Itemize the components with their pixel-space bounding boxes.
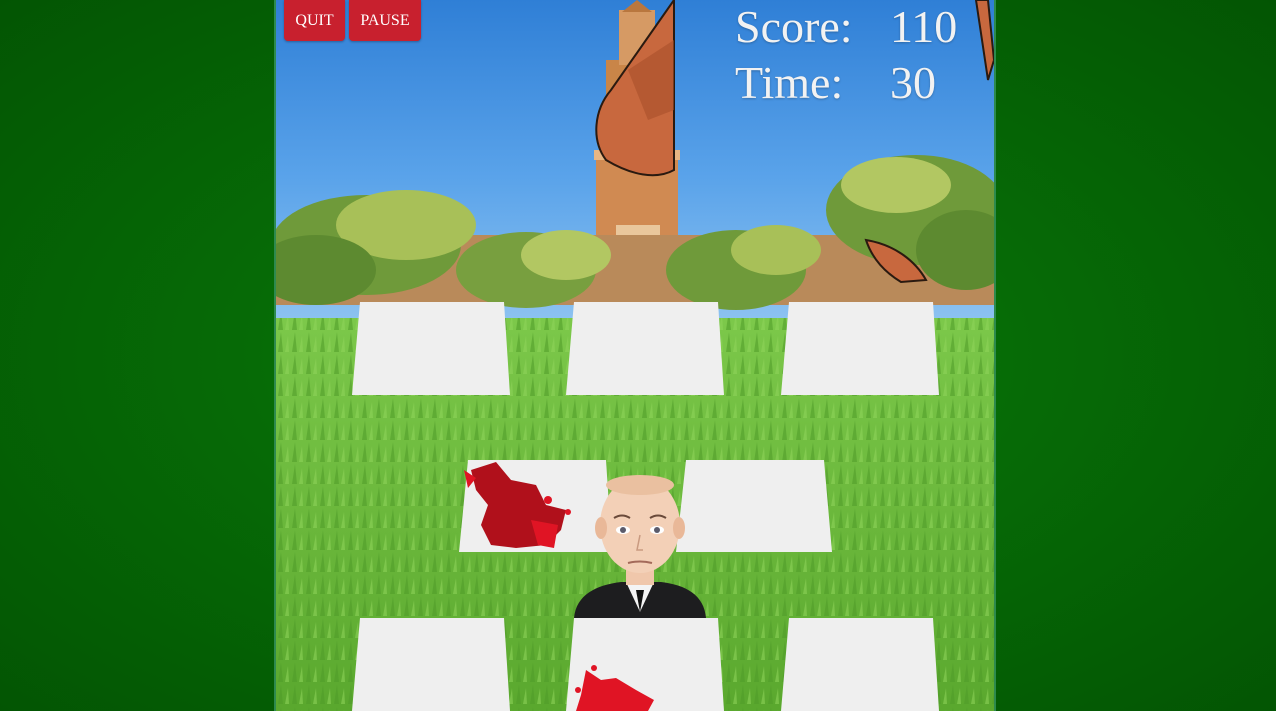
game-stage[interactable]: QUIT PAUSE Score: 110 Time: 30 <box>274 0 996 711</box>
pause-button[interactable]: PAUSE <box>349 0 421 41</box>
score-value: 110 <box>890 1 958 52</box>
hole-table-4[interactable] <box>459 460 612 552</box>
hole-table-8[interactable] <box>566 618 724 711</box>
time-label: Time: <box>735 57 844 108</box>
score-label: Score: <box>735 1 853 52</box>
quit-button[interactable]: QUIT <box>284 0 345 41</box>
hole-table-7[interactable] <box>352 618 510 711</box>
hole-table-2[interactable] <box>566 302 724 395</box>
hole-table-3[interactable] <box>781 302 939 395</box>
game-scene <box>276 0 994 711</box>
hole-table-1[interactable] <box>352 302 510 395</box>
hole-table-6[interactable] <box>676 460 832 552</box>
time-value: 30 <box>890 57 936 108</box>
hole-table-9[interactable] <box>781 618 939 711</box>
